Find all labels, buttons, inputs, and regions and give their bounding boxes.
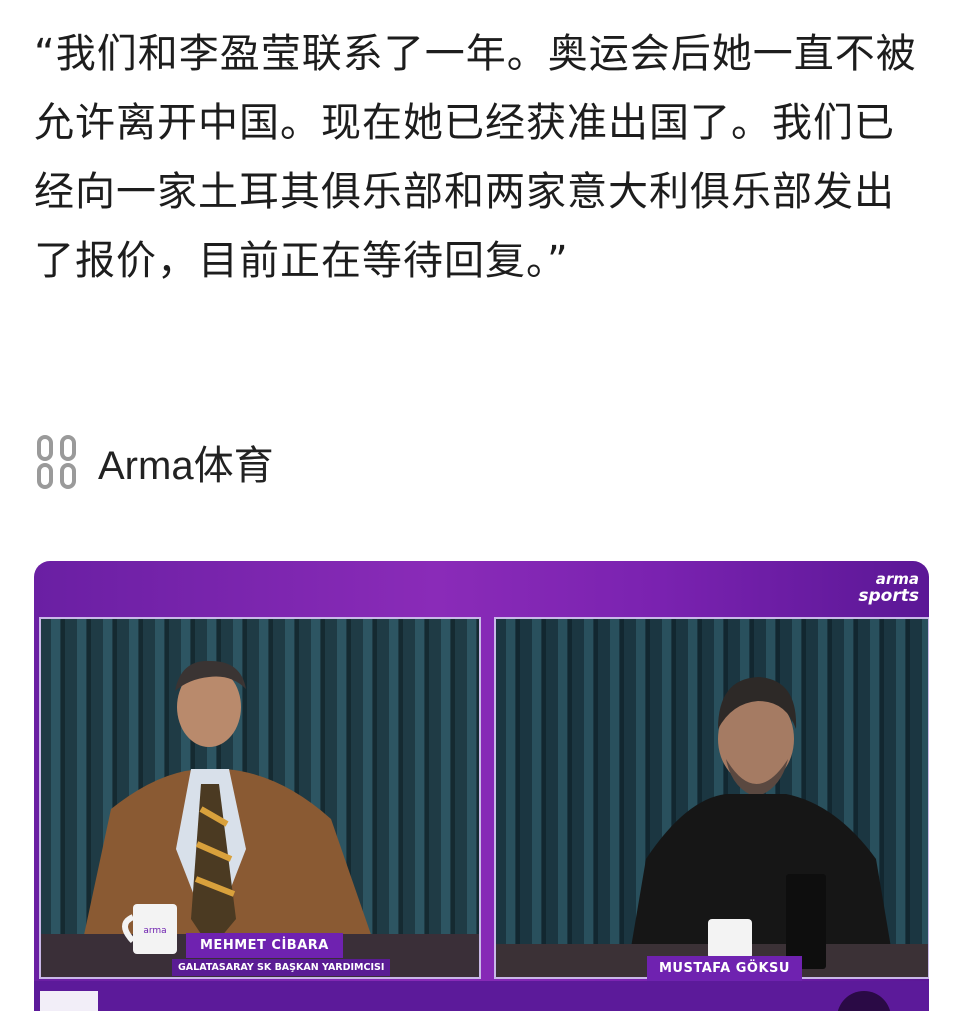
right-speaker-name-tag: MUSTAFA GÖKSU — [647, 956, 802, 981]
post-quote-text: “我们和李盈莹联系了一年。奥运会后她一直不被允许离开中国。现在她已经获准出国了。… — [34, 31, 917, 284]
link-chain-icon — [37, 435, 76, 489]
svg-text:arma: arma — [143, 926, 166, 936]
left-speaker-name-tag: MEHMET CİBARA — [186, 933, 343, 958]
video-bottom-strip — [34, 981, 929, 1011]
video-thumbnail[interactable]: arma sports arma MEHMET CİBARA GALATASAR… — [34, 561, 929, 1011]
right-speaker-image — [496, 619, 928, 977]
play-button[interactable] — [837, 991, 891, 1011]
right-speaker-video — [494, 617, 929, 979]
arma-sports-logo: arma sports — [858, 570, 919, 606]
left-speaker-video: arma — [39, 617, 481, 979]
left-speaker-title-tag: GALATASARAY SK BAŞKAN YARDIMCISI — [172, 959, 391, 976]
source-label[interactable]: Arma体育 — [98, 433, 274, 491]
source-link[interactable]: Arma体育 — [34, 432, 274, 492]
ticker-block — [40, 991, 98, 1011]
left-speaker-image: arma — [41, 619, 479, 977]
